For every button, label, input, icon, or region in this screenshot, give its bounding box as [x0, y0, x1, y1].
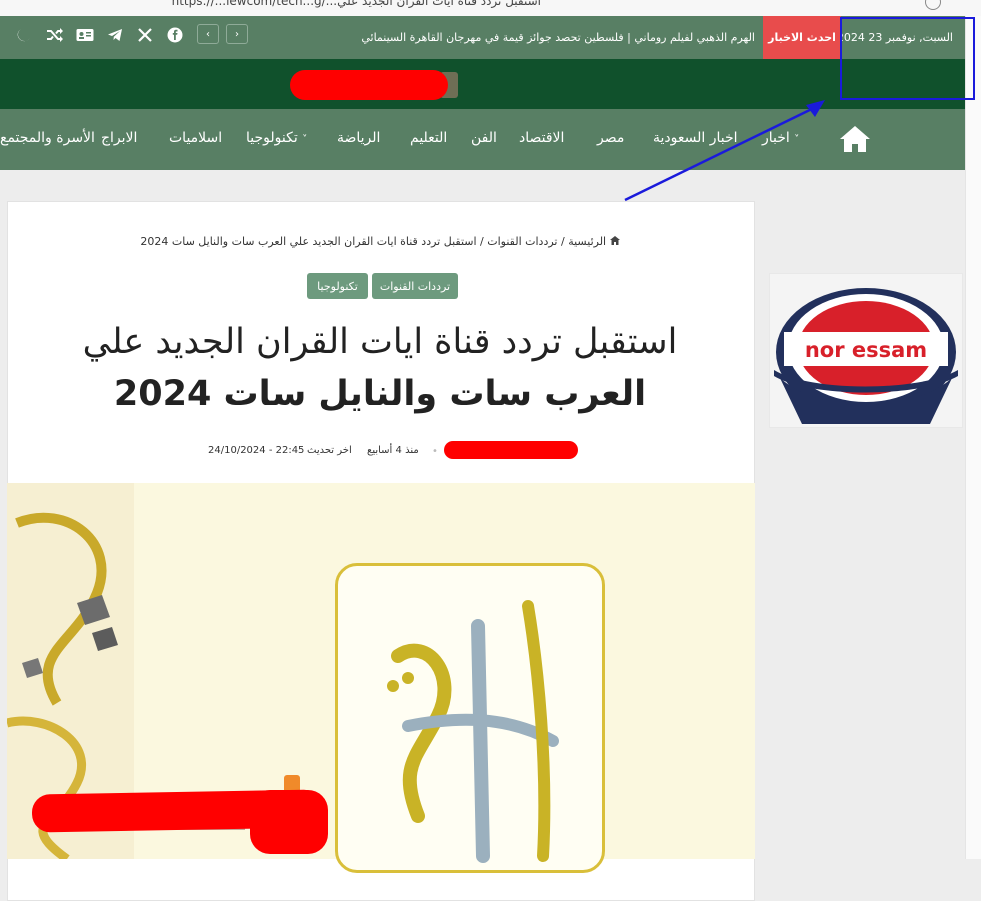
nav-item-horoscope[interactable]: الابراج	[101, 130, 137, 146]
breadcrumb-category[interactable]: ترددات القنوات	[487, 235, 557, 248]
category-badge[interactable]: تكنولوجيا	[307, 273, 368, 299]
url-text[interactable]: https://...iewcom/tech...g/...استقبل ترد…	[172, 0, 541, 8]
breadcrumb-separator: /	[561, 235, 565, 248]
last-update-value: 24/10/2024 - 22:45	[208, 445, 305, 456]
nav-item-islamic[interactable]: اسلاميات	[169, 130, 222, 146]
posted-ago: منذ 4 أسابيع	[367, 445, 419, 456]
facebook-icon[interactable]	[166, 26, 184, 44]
nav-item-sports[interactable]: الرياضة	[337, 130, 380, 146]
shuffle-icon[interactable]	[46, 26, 64, 44]
nav-item-art[interactable]: الفن	[471, 130, 497, 146]
ticker-next-button[interactable]: ›	[226, 24, 248, 44]
image-redaction	[250, 790, 328, 854]
breadcrumb-current: استقبل تردد قناة ايات القران الجديد علي …	[140, 235, 477, 248]
breadcrumb-home-icon	[609, 235, 620, 245]
browser-address-bar[interactable]: https://...iewcom/tech...g/...استقبل ترد…	[0, 0, 981, 17]
featured-image-logo-frame	[335, 563, 605, 873]
browser-button-icon[interactable]	[925, 0, 941, 10]
id-card-icon[interactable]	[76, 26, 94, 44]
nav-item-family[interactable]: الأسرة والمجتمع	[0, 130, 95, 146]
telegram-icon[interactable]	[106, 26, 124, 44]
logo-redaction	[290, 70, 448, 100]
category-badge[interactable]: ترددات القنوات	[372, 273, 458, 299]
breadcrumb-separator: /	[480, 235, 484, 248]
article-title: استقبل تردد قناة ايات القران الجديد علي …	[40, 316, 720, 420]
nor-essam-logo: nor essam	[774, 262, 958, 438]
annotation-arrow	[624, 100, 825, 202]
author-redaction	[444, 441, 578, 459]
ticker-prev-button[interactable]: ‹	[197, 24, 219, 44]
nav-item-economy[interactable]: الاقتصاد	[519, 130, 564, 146]
article-title-line: العرب سات والنايل سات 2024	[113, 374, 647, 414]
x-icon[interactable]	[136, 26, 154, 44]
breadcrumb: الرئيسية / ترددات القنوات / استقبل تردد …	[0, 235, 760, 248]
nav-item-education[interactable]: التعليم	[410, 130, 447, 146]
breadcrumb-home[interactable]: الرئيسية	[568, 235, 606, 248]
moon-icon[interactable]	[15, 26, 33, 44]
sidebar-logo-widget[interactable]: nor essam	[769, 262, 963, 438]
page-right-edge	[965, 16, 981, 859]
breaking-news-label: احدث الاخبار	[763, 16, 841, 59]
news-ticker-link[interactable]: الهرم الذهبي لفيلم روماني | فلسطين تحصد …	[361, 31, 755, 44]
annotation-highlight-box	[840, 17, 975, 100]
nav-item-technology[interactable]: تكنولوجيا ˅	[246, 130, 307, 146]
article-title-line: استقبل تردد قناة ايات القران الجديد علي	[82, 322, 678, 362]
logo-text: nor essam	[805, 338, 927, 362]
meta-separator: •	[432, 446, 438, 457]
last-update-label: اخر تحديث	[307, 445, 352, 456]
